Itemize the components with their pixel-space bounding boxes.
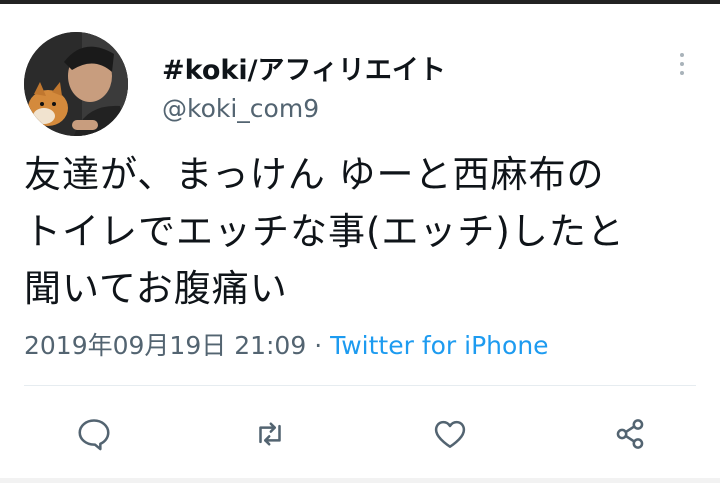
more-dot (680, 71, 684, 75)
author-handle[interactable]: @koki_com9 (162, 94, 319, 123)
tweet-text: 友達が、まっけん ゆーと西麻布の トイレでエッチな事(エッチ)したと 聞いてお腹… (24, 146, 714, 317)
retweet-button[interactable] (248, 412, 292, 456)
reply-icon (78, 419, 110, 451)
tweet-text-line: トイレでエッチな事(エッチ)したと (24, 210, 625, 253)
like-icon (434, 420, 466, 448)
more-dot (680, 53, 684, 57)
bottom-edge (0, 478, 720, 483)
divider (24, 385, 696, 386)
tweet-timestamp[interactable]: 2019年09月19日 21:09 (24, 331, 306, 360)
reply-button[interactable] (72, 412, 116, 456)
like-button[interactable] (428, 412, 472, 456)
meta-separator: · (306, 331, 331, 360)
share-icon (616, 419, 644, 449)
avatar[interactable] (24, 32, 128, 136)
more-icon[interactable] (668, 48, 696, 80)
more-dot (680, 62, 684, 66)
top-edge-bar (0, 0, 720, 4)
tweet-text-line: 友達が、まっけん ゆーと西麻布の (24, 153, 605, 196)
avatar-photo (24, 32, 128, 136)
retweet-icon (259, 422, 281, 446)
tweet-source-link[interactable]: Twitter for iPhone (330, 331, 548, 360)
author-display-name[interactable]: #koki/アフィリエイト (162, 48, 446, 87)
tweet-text-line: 聞いてお腹痛い (24, 267, 288, 310)
share-button[interactable] (608, 412, 652, 456)
tweet-meta: 2019年09月19日 21:09 · Twitter for iPhone (24, 326, 549, 362)
